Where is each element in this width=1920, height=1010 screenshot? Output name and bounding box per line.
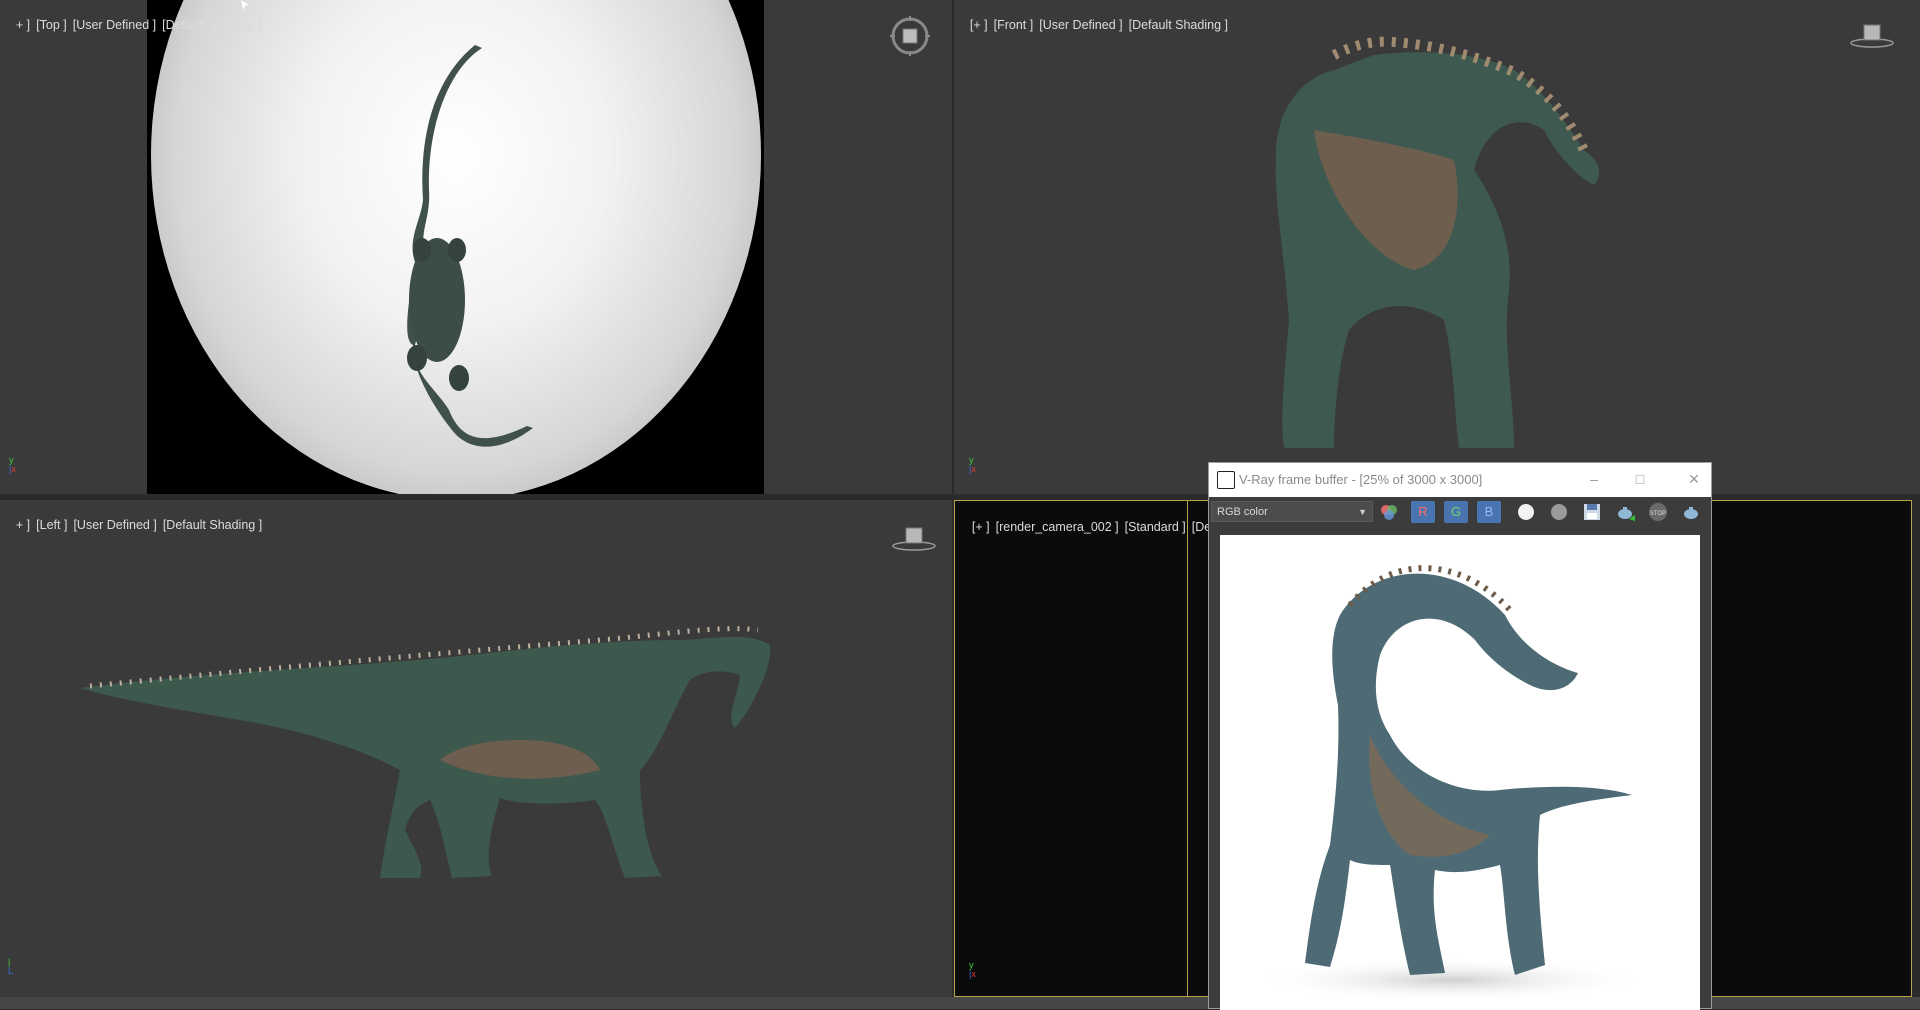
channels-icon[interactable] <box>1377 501 1401 523</box>
viewport-camera-label[interactable]: [User Defined ] <box>73 18 156 32</box>
rendered-image <box>1220 535 1700 1010</box>
vfb-titlebar[interactable]: V-Ray frame buffer - [25% of 3000 x 3000… <box>1209 463 1711 497</box>
green-channel-button[interactable]: G <box>1444 501 1468 523</box>
axis-x-label: x <box>971 969 976 979</box>
viewport-lighting-label[interactable]: [Standard ] <box>1125 520 1186 534</box>
white-sphere-icon[interactable] <box>1514 501 1538 523</box>
axis-x-label: x <box>11 464 16 474</box>
save-icon[interactable] <box>1580 501 1604 523</box>
vray-frame-buffer-window[interactable]: V-Ray frame buffer - [25% of 3000 x 3000… <box>1208 462 1712 1010</box>
dinosaur-side-view <box>80 626 771 878</box>
viewport-top-label[interactable]: + ] [Top ] [User Defined ] [Default Shading… <box>2 4 267 46</box>
viewport-camera-name[interactable]: [render_camera_002 ] <box>996 520 1119 534</box>
viewport-left[interactable]: + ] [Left ] [User Defined ] [Default Shadin… <box>0 500 952 997</box>
vfb-canvas[interactable] <box>1209 527 1711 1010</box>
vfb-title: V-Ray frame buffer - [25% of 3000 x 3000… <box>1239 472 1483 487</box>
axis-tripod-icon: | L <box>8 957 14 976</box>
nav-cube-icon[interactable] <box>890 16 930 56</box>
channel-select-value: RGB color <box>1217 506 1268 518</box>
blue-channel-button[interactable]: B <box>1477 501 1501 523</box>
close-button[interactable]: ✕ <box>1683 469 1705 489</box>
chevron-down-icon: ▼ <box>1358 507 1367 517</box>
viewport-front[interactable]: [+ ] [Front ] [User Defined ] [Default Shad… <box>954 0 1920 494</box>
vray-logo-icon <box>1217 471 1235 489</box>
safe-frame <box>1187 501 1188 996</box>
axis-tripod-icon: y |x <box>9 455 16 474</box>
minimize-button[interactable]: – <box>1583 469 1605 489</box>
channel-select[interactable]: RGB color ▼ <box>1211 501 1373 522</box>
mouse-cursor-icon <box>241 0 249 10</box>
axis-tripod-icon: y |x <box>969 455 976 474</box>
axis-x-label: x <box>971 464 976 474</box>
svg-text:STOP: STOP <box>1650 511 1666 517</box>
dinosaur-top-view <box>407 45 533 447</box>
viewport-shading-label[interactable]: [Default Shading ] <box>162 18 261 32</box>
viewport-top-background <box>147 0 764 494</box>
viewport-menu-plus[interactable]: [+ ] <box>972 520 990 534</box>
view-cube-icon[interactable] <box>1850 22 1894 48</box>
viewport-menu-plus[interactable]: + ] <box>16 18 30 32</box>
vfb-toolbar: RGB color ▼ R G B STOP <box>1209 497 1711 527</box>
stop-icon[interactable]: STOP <box>1646 501 1670 523</box>
dinosaur-render <box>1250 565 1650 1002</box>
dinosaur-front-view <box>1275 36 1600 448</box>
teapot-render-icon[interactable] <box>1613 501 1637 523</box>
red-channel-button[interactable]: R <box>1411 501 1435 523</box>
viewport-view-label[interactable]: [Top ] <box>36 18 67 32</box>
grey-sphere-icon[interactable] <box>1547 501 1571 523</box>
axis-tripod-icon: y |x <box>969 960 976 979</box>
viewport-camera-label-bar[interactable]: [+ ][render_camera_002 ][Standard ][Defa… <box>958 506 1235 548</box>
viewport-top[interactable]: + ] [Top ] [User Defined ] [Default Shading… <box>0 0 952 494</box>
view-cube-icon[interactable] <box>892 525 936 551</box>
maximize-button[interactable]: □ <box>1629 469 1651 489</box>
teapot-region-icon[interactable] <box>1679 501 1703 523</box>
